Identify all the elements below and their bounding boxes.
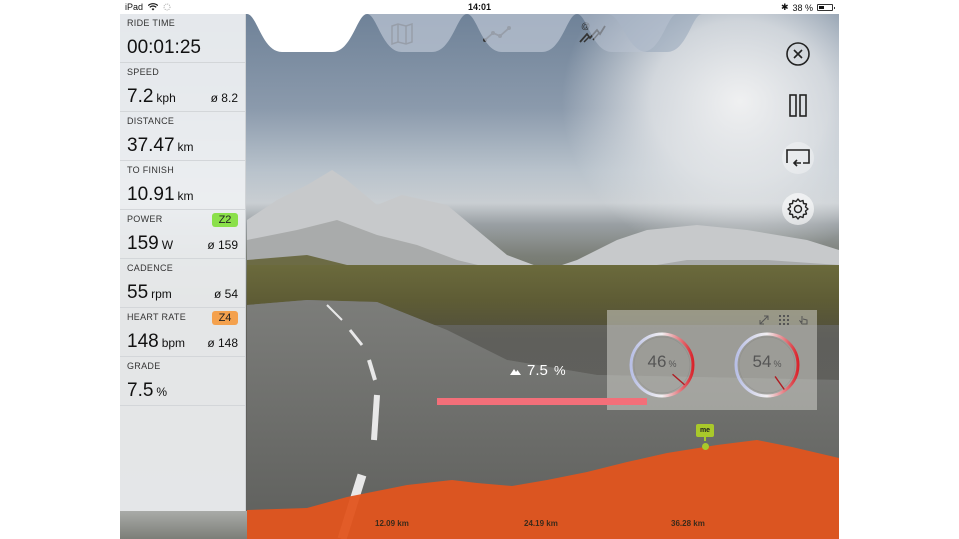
pause-icon: [789, 94, 807, 117]
metric-to-finish: TO FINISH 10.91 km: [120, 161, 245, 210]
battery-percent: 38 %: [792, 2, 813, 13]
power-value: 159: [127, 233, 159, 254]
close-circle-icon: [786, 42, 810, 66]
gauge-value: 54: [752, 352, 772, 371]
cadence-unit: rpm: [151, 287, 172, 301]
power-zone-badge: Z2: [212, 213, 238, 227]
grade-readout-unit: %: [554, 363, 566, 378]
grade-bar: [437, 398, 647, 405]
heart-rate-zone-badge: Z4: [212, 311, 238, 325]
km-label: 24.19 km: [524, 519, 558, 528]
heart-rate-unit: bpm: [161, 336, 186, 350]
distance-value: 37.47: [127, 135, 175, 156]
metric-heart-rate: HEART RATE Z4 148 bpm ø 148: [120, 308, 245, 357]
power-unit: W: [161, 238, 174, 252]
metric-speed: SPEED 7.2 kph ø 8.2: [120, 63, 245, 112]
metric-distance: DISTANCE 37.47 km: [120, 112, 245, 161]
return-button[interactable]: [782, 142, 814, 174]
mountain-icon: [510, 368, 521, 375]
km-label: 12.09 km: [375, 519, 409, 528]
expand-icon[interactable]: [759, 315, 769, 325]
gauge-value: 46: [647, 352, 667, 371]
to-finish-value: 10.91: [127, 184, 175, 205]
heart-rate-value: 148: [127, 331, 159, 352]
ipad-screen: iPad 14:01 ✱ 38 % RIDE TIME 00:01:25 SPE…: [120, 0, 839, 539]
metric-label: DISTANCE: [127, 116, 175, 126]
metric-grade: GRADE 7.5%: [120, 357, 245, 406]
to-finish-unit: km: [177, 189, 194, 203]
speed-unit: kph: [156, 91, 176, 105]
metric-label: GRADE: [127, 361, 161, 371]
grid-icon[interactable]: [779, 315, 789, 325]
power-average: ø 159: [207, 238, 238, 252]
gauge-panel: 46% 54%: [607, 310, 817, 410]
ride-time-value: 00:01:25: [127, 37, 201, 58]
grade-unit: %: [156, 385, 168, 399]
gauge-unit: %: [668, 359, 677, 369]
speed-value: 7.2: [127, 86, 154, 107]
metric-label: SPEED: [127, 67, 160, 77]
grade-readout: 7.5 %: [510, 362, 566, 379]
metric-ride-time: RIDE TIME 00:01:25: [120, 14, 245, 63]
km-label: 36.28 km: [671, 519, 705, 528]
metric-label: CADENCE: [127, 263, 174, 273]
gauge-left: 46%: [627, 330, 697, 400]
cadence-value: 55: [127, 282, 149, 303]
metric-label: TO FINISH: [127, 165, 175, 175]
me-label: me: [696, 424, 714, 437]
gauge-right: 54%: [732, 330, 802, 400]
return-screen-icon: [786, 149, 810, 167]
metric-cadence: CADENCE 55 rpm ø 54: [120, 259, 245, 308]
gear-icon: [787, 198, 809, 220]
grade-value: 7.5: [127, 380, 154, 401]
cadence-average: ø 54: [213, 287, 238, 301]
tab-bar: [247, 14, 727, 52]
rider-dot: [701, 443, 709, 450]
metric-label: POWER: [127, 214, 163, 224]
bluetooth-icon: ✱: [780, 2, 789, 12]
heart-rate-average: ø 148: [207, 336, 238, 350]
grade-readout-value: 7.5: [527, 362, 548, 379]
clock: 14:01: [467, 2, 492, 12]
gauge-unit: %: [773, 359, 782, 369]
touch-icon[interactable]: [799, 315, 809, 325]
metrics-sidebar: RIDE TIME 00:01:25 SPEED 7.2 kph ø 8.2 DI…: [120, 14, 246, 511]
rider-position-marker: me: [696, 424, 714, 450]
pause-button[interactable]: [782, 90, 814, 122]
distance-unit: km: [177, 140, 194, 154]
sidebar-bottom-strip: [120, 511, 247, 539]
speed-average: ø 8.2: [210, 91, 238, 105]
battery-icon: [817, 4, 835, 11]
metric-power: POWER Z2 159 W ø 159: [120, 210, 245, 259]
metric-label: RIDE TIME: [127, 18, 176, 28]
status-bar: iPad 14:01 ✱ 38 %: [120, 0, 839, 14]
metric-label: HEART RATE: [127, 312, 187, 322]
settings-button[interactable]: [782, 193, 814, 225]
close-button[interactable]: [782, 38, 814, 70]
